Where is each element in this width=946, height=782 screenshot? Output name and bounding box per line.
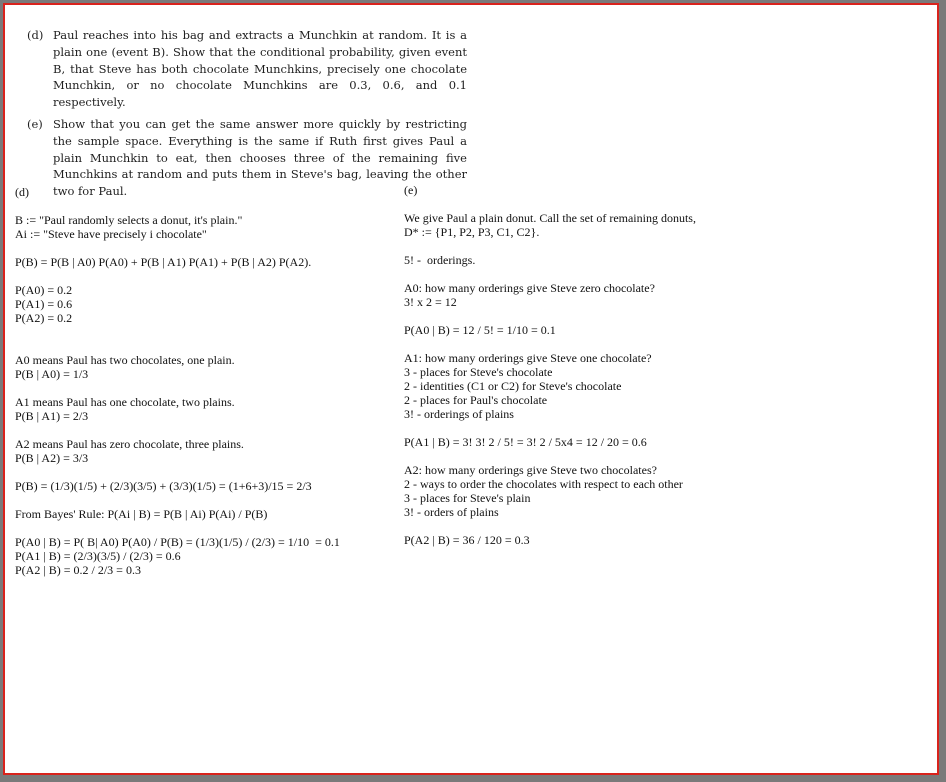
a1-description: A1 means Paul has one chocolate, two pla… (15, 395, 235, 409)
a1-factor-1: 3 - places for Steve's chocolate (404, 365, 553, 379)
document-page: (d) Paul reaches into his bag and extrac… (3, 3, 939, 775)
orderings-count: 5! - orderings. (404, 253, 476, 267)
solution-part-d: (d) B := "Paul randomly selects a donut,… (15, 185, 395, 577)
a2-result: P(A2 | B) = 36 / 120 = 0.3 (404, 533, 530, 547)
total-probability: P(B) = P(B | A0) P(A0) + P(B | A1) P(A1)… (15, 255, 312, 269)
a0-count: 3! x 2 = 12 (404, 295, 457, 309)
posterior-a0: P(A0 | B) = P( B| A0) P(A0) / P(B) = (1/… (15, 535, 340, 549)
solution-part-e: (e) We give Paul a plain donut. Call the… (404, 183, 824, 547)
problem-part-e-label: (e) (27, 116, 43, 131)
a2-description: A2 means Paul has zero chocolate, three … (15, 437, 244, 451)
a1-factor-3: 2 - places for Paul's chocolate (404, 393, 548, 407)
section-heading-e: (e) (404, 183, 418, 197)
problem-part-d: (d) Paul reaches into his bag and extrac… (27, 27, 467, 111)
definition-ai: Ai := "Steve have precisely i chocolate" (15, 227, 207, 241)
a1-result: P(A1 | B) = 3! 3! 2 / 5! = 3! 2 / 5x4 = … (404, 435, 647, 449)
a2-factor-2: 3 - places for Steve's plain (404, 491, 531, 505)
a2-factor-3: 3! - orders of plains (404, 505, 499, 519)
section-heading-d: (d) (15, 185, 29, 199)
pb-calculation: P(B) = (1/3)(1/5) + (2/3)(3/5) + (3/3)(1… (15, 479, 312, 493)
a1-factor-4: 3! - orderings of plains (404, 407, 514, 421)
a0-question: A0: how many orderings give Steve zero c… (404, 281, 655, 295)
a1-likelihood: P(B | A1) = 2/3 (15, 409, 89, 423)
a0-likelihood: P(B | A0) = 1/3 (15, 367, 89, 381)
posterior-a1: P(A1 | B) = (2/3)(3/5) / (2/3) = 0.6 (15, 549, 181, 563)
a1-question: A1: how many orderings give Steve one ch… (404, 351, 652, 365)
problem-part-d-text: Paul reaches into his bag and extracts a… (53, 28, 467, 110)
problem-statement: (d) Paul reaches into his bag and extrac… (27, 27, 467, 205)
a1-factor-2: 2 - identities (C1 or C2) for Steve's ch… (404, 379, 622, 393)
posterior-a2: P(A2 | B) = 0.2 / 2/3 = 0.3 (15, 563, 141, 577)
a0-result: P(A0 | B) = 12 / 5! = 1/10 = 0.1 (404, 323, 556, 337)
a2-likelihood: P(B | A2) = 3/3 (15, 451, 89, 465)
definition-b: B := "Paul randomly selects a donut, it'… (15, 213, 243, 227)
prior-a1: P(A1) = 0.6 (15, 297, 73, 311)
a0-description: A0 means Paul has two chocolates, one pl… (15, 353, 235, 367)
intro-line-2: D* := {P1, P2, P3, C1, C2}. (404, 225, 540, 239)
a2-factor-1: 2 - ways to order the chocolates with re… (404, 477, 683, 491)
intro-line-1: We give Paul a plain donut. Call the set… (404, 211, 696, 225)
bayes-rule: From Bayes' Rule: P(Ai | B) = P(B | Ai) … (15, 507, 268, 521)
prior-a0: P(A0) = 0.2 (15, 283, 73, 297)
prior-a2: P(A2) = 0.2 (15, 311, 73, 325)
a2-question: A2: how many orderings give Steve two ch… (404, 463, 657, 477)
problem-part-d-label: (d) (27, 28, 44, 42)
